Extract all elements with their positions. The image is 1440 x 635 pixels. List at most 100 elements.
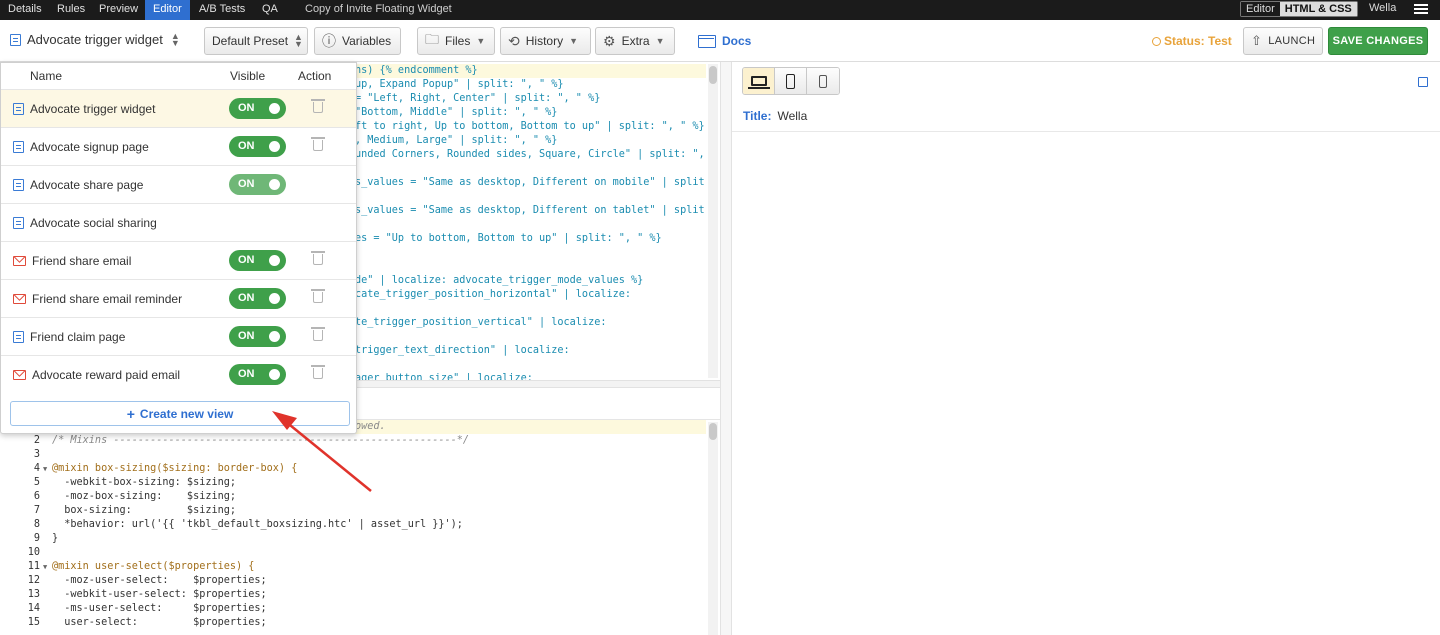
code-line: box-sizing: $sizing; [52,505,237,516]
scss-scrollbar[interactable] [708,422,718,635]
docs-label: Docs [722,34,752,48]
toggle-label: ON [238,178,255,190]
trash-icon[interactable] [311,289,325,303]
code-line: ager_button_size" | localize: [355,373,533,380]
trash-icon[interactable] [311,99,325,113]
page-icon [13,216,24,229]
view-name: Advocate signup page [13,128,149,165]
laptop-icon [747,76,770,89]
save-changes-button[interactable]: SAVE CHANGES [1328,27,1428,55]
page-icon [13,178,24,191]
toggle-knob [269,179,280,190]
extra-button[interactable]: ⚙ Extra ▼ [595,27,675,55]
page-icon [10,33,21,46]
visibility-toggle[interactable]: ON [229,250,286,271]
device-switcher [742,67,840,95]
menu-icon[interactable] [1414,4,1428,14]
wrench-icon: ⚙ [603,32,616,49]
files-button[interactable]: 🗀 Files ▼ [417,27,495,55]
folder-icon: 🗀 [425,31,439,47]
trash-icon[interactable] [311,251,325,265]
view-row[interactable]: Advocate reward paid email ON [1,355,356,393]
mode-html-css-button[interactable]: HTML & CSS [1279,2,1357,16]
trash-icon[interactable] [311,327,325,341]
tablet-icon [786,73,795,89]
preset-select[interactable]: Default Preset ▲ ▼ [204,27,308,55]
tab-qa[interactable]: QA [262,0,278,20]
visibility-toggle[interactable]: ON [229,98,286,119]
view-name-label: Friend share email reminder [32,291,183,306]
code-line: user-select: $properties; [52,617,267,628]
code-line: s_values = "Same as desktop, Different o… [355,177,706,188]
user-name[interactable]: Wella [1369,0,1396,17]
toggle-label: ON [238,330,255,342]
toggle-label: ON [238,368,255,380]
view-row[interactable]: Advocate social sharing [1,203,356,241]
tab-rules[interactable]: Rules [57,0,85,20]
history-button[interactable]: ⟲ History ▼ [500,27,591,55]
line-number: 9 [33,533,40,544]
view-row[interactable]: Friend share email reminder ON [1,279,356,317]
visibility-toggle[interactable]: ON [229,136,286,157]
view-row[interactable]: Friend claim page ON [1,317,356,355]
preset-label: Default Preset [212,34,289,48]
line-number: 12 [27,575,40,586]
create-new-view-button[interactable]: + Create new view [10,401,350,426]
view-name-label: Advocate share page [30,177,144,192]
code-line: -moz-user-select: $properties; [52,575,267,586]
tab-editor[interactable]: Editor [145,0,190,20]
line-number: 15 [27,617,40,628]
column-action: Action [298,69,332,83]
code-line: } [52,533,59,544]
status-dot-icon [1152,36,1161,46]
editor-toolbar: Advocate trigger widget ▲ ▼ Default Prese… [0,20,1440,62]
tab-details[interactable]: Details [8,0,42,20]
scss-code-pane[interactable]: owed. 2 /* Mixins -----------------------… [0,420,706,635]
code-line: = "Left, Right, Center" | split: ", " %} [355,93,601,104]
code-line: es = "Up to bottom, Bottom to up" | spli… [355,233,662,244]
code-scrollbar[interactable] [708,64,718,378]
view-name-label: Advocate social sharing [30,215,157,230]
view-row[interactable]: Advocate share page ON [1,165,356,203]
mode-editor-button[interactable]: Editor [1241,2,1280,16]
visibility-toggle[interactable]: ON [229,288,286,309]
trash-icon[interactable] [311,137,325,151]
toggle-knob [269,331,280,342]
view-name: Friend share email [13,242,131,279]
phone-icon [819,74,827,88]
desktop-view-button[interactable] [743,68,775,94]
toggle-knob [269,103,280,114]
visibility-toggle[interactable]: ON [229,326,286,347]
view-row[interactable]: Advocate signup page ON [1,127,356,165]
external-link-icon[interactable] [1418,77,1428,87]
tab-preview[interactable]: Preview [99,0,138,20]
tab-ab-tests[interactable]: A/B Tests [199,0,245,20]
fold-arrow-icon[interactable]: ▼ [43,560,47,574]
view-name: Advocate reward paid email [13,356,180,393]
view-name-label: Advocate reward paid email [32,367,181,382]
line-number: 13 [27,589,40,600]
vertical-splitter[interactable] [720,62,732,635]
visibility-toggle[interactable]: ON [229,174,286,195]
view-row[interactable]: Friend share email ON [1,241,356,279]
fold-arrow-icon[interactable]: ▼ [43,462,47,476]
page-title: Copy of Invite Floating Widget [305,3,452,15]
scss-scrollbar-thumb[interactable] [709,423,717,440]
visibility-toggle[interactable]: ON [229,364,286,385]
trash-icon[interactable] [311,365,325,379]
page-icon [13,330,24,343]
code-line: *behavior: url('{{ 'tkbl_default_boxsizi… [52,519,463,530]
code-line: unded Corners, Rounded sides, Square, Ci… [355,149,706,160]
docs-link[interactable]: Docs [698,34,751,48]
launch-button[interactable]: ⇧ LAUNCH [1243,27,1323,55]
toggle-knob [269,255,280,266]
status-badge: Status: Test [1152,34,1232,48]
view-row[interactable]: Advocate trigger widget ON [1,89,356,127]
page-icon [13,102,24,115]
widget-selector[interactable]: Advocate trigger widget ▲ ▼ [10,31,180,47]
variables-button[interactable]: ⓘ Variables [314,27,401,55]
mobile-view-button[interactable] [807,68,839,94]
view-name: Friend claim page [13,318,125,355]
code-scrollbar-thumb[interactable] [709,66,717,84]
tablet-view-button[interactable] [775,68,807,94]
